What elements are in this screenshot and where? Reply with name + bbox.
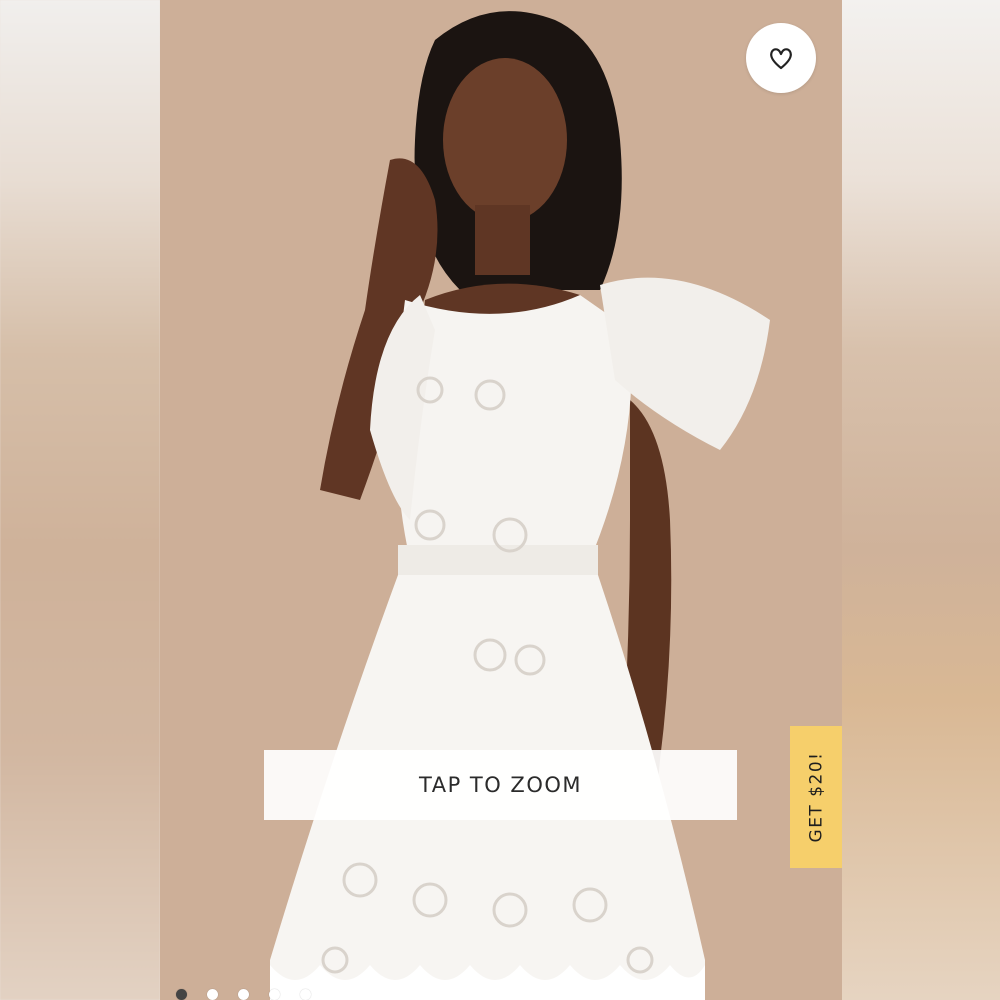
promo-label: GET $20!	[806, 751, 826, 843]
product-photo[interactable]	[160, 0, 842, 1000]
heart-icon	[770, 48, 792, 70]
blurred-backdrop-left	[0, 0, 160, 1000]
product-viewer: TAP TO ZOOM GET $20!	[0, 0, 1000, 1000]
carousel-dot[interactable]	[269, 989, 280, 1000]
dress-photo	[160, 0, 842, 1000]
carousel-dot[interactable]	[176, 989, 187, 1000]
carousel-dot[interactable]	[300, 989, 311, 1000]
carousel-dot[interactable]	[238, 989, 249, 1000]
tap-to-zoom-button[interactable]: TAP TO ZOOM	[264, 750, 737, 820]
blurred-backdrop-right	[842, 0, 1000, 1000]
carousel-dots	[176, 989, 311, 1000]
carousel-dot[interactable]	[207, 989, 218, 1000]
wishlist-button[interactable]	[746, 23, 816, 93]
promo-tab[interactable]: GET $20!	[790, 726, 842, 868]
tap-to-zoom-label: TAP TO ZOOM	[419, 773, 582, 797]
